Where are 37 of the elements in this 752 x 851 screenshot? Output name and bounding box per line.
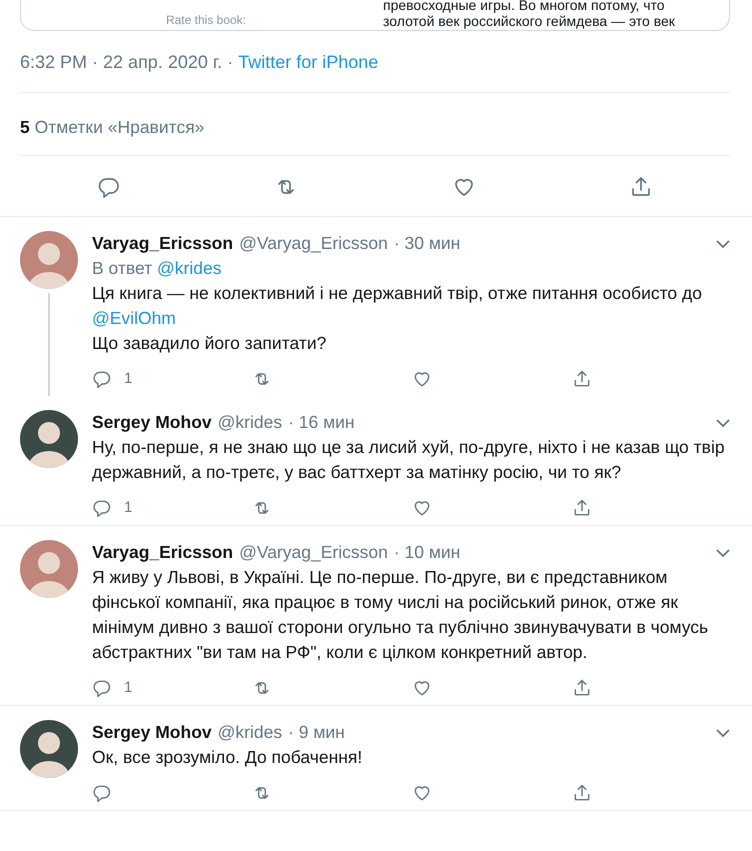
link-card[interactable]: Rate this book: превосходные игры. Во многом потому, что золотой век российского геймдева — это век bbox=[20, 0, 730, 31]
reply-icon[interactable] bbox=[92, 783, 112, 803]
share-icon[interactable] bbox=[572, 498, 592, 518]
user-handle[interactable]: @Varyag_Ericsson bbox=[239, 540, 388, 565]
user-name[interactable]: Varyag_Ericsson bbox=[92, 231, 234, 256]
mention-link[interactable]: @krides bbox=[157, 258, 222, 278]
reply-count: 1 bbox=[124, 498, 132, 518]
source-link[interactable]: Twitter for iPhone bbox=[238, 52, 378, 72]
card-text: превосходные игры. Во многом потому, что золотой век российского геймдева — это век bbox=[383, 0, 675, 30]
reply-time[interactable]: · 9 мин bbox=[288, 720, 345, 745]
reply-text: Що завадило його запитати? bbox=[92, 332, 328, 355]
reply-time[interactable]: · 10 мин bbox=[394, 540, 460, 565]
reply-icon[interactable] bbox=[92, 678, 112, 698]
reply-text: Ця книга — не колективний і не державний твір, отже питання особисто до @EvilOhm bbox=[92, 282, 703, 330]
reply-icon[interactable] bbox=[92, 498, 112, 518]
reply-text: Ок, все зрозуміло. До побачення! bbox=[92, 746, 364, 769]
share-icon[interactable] bbox=[572, 783, 592, 803]
user-handle[interactable]: @krides bbox=[218, 410, 282, 435]
user-name[interactable]: Varyag_Ericsson bbox=[92, 540, 234, 565]
reply-time[interactable]: · 30 мин bbox=[394, 231, 460, 256]
share-icon[interactable] bbox=[572, 369, 592, 389]
user-handle[interactable]: @krides bbox=[218, 720, 282, 745]
share-icon[interactable] bbox=[572, 678, 592, 698]
reply-text: Ну, по-перше, я не знаю що це за лисий хуй, по-друге, ніхто і не казав що твір державний, а по-третє, у вас баттхерт за матінку росію, чи то як? bbox=[92, 436, 726, 484]
user-name[interactable]: Sergey Mohov bbox=[92, 720, 212, 745]
reply-time[interactable]: · 16 мин bbox=[288, 410, 355, 435]
mention-link[interactable]: @EvilOhm bbox=[92, 308, 176, 328]
replying-to-label: В ответ bbox=[92, 258, 154, 278]
reply-count: 1 bbox=[124, 678, 132, 698]
reply-text: Я живу у Львові, в Україні. Це по-перше. По-друге, ви є представником фінської компанії, яка працює в тому числі на російський ринок, отже як мінімум дивно з вашої сторони огульно та публічно звинувачувати в чомусь абстрактних "ви там на РФ", коли є цілком конкретний автор. bbox=[92, 566, 710, 664]
tweet-timestamp: 6:32 PM · 22 апр. 2020 г. · bbox=[20, 52, 234, 72]
reply-icon[interactable] bbox=[92, 369, 112, 389]
likes-count[interactable]: 5 Отметки «Нравится» bbox=[20, 117, 204, 137]
reply-count: 1 bbox=[124, 369, 132, 389]
user-handle[interactable]: @Varyag_Ericsson bbox=[239, 231, 388, 256]
reply-icon[interactable] bbox=[96, 175, 121, 199]
user-name[interactable]: Sergey Mohov bbox=[92, 410, 212, 435]
